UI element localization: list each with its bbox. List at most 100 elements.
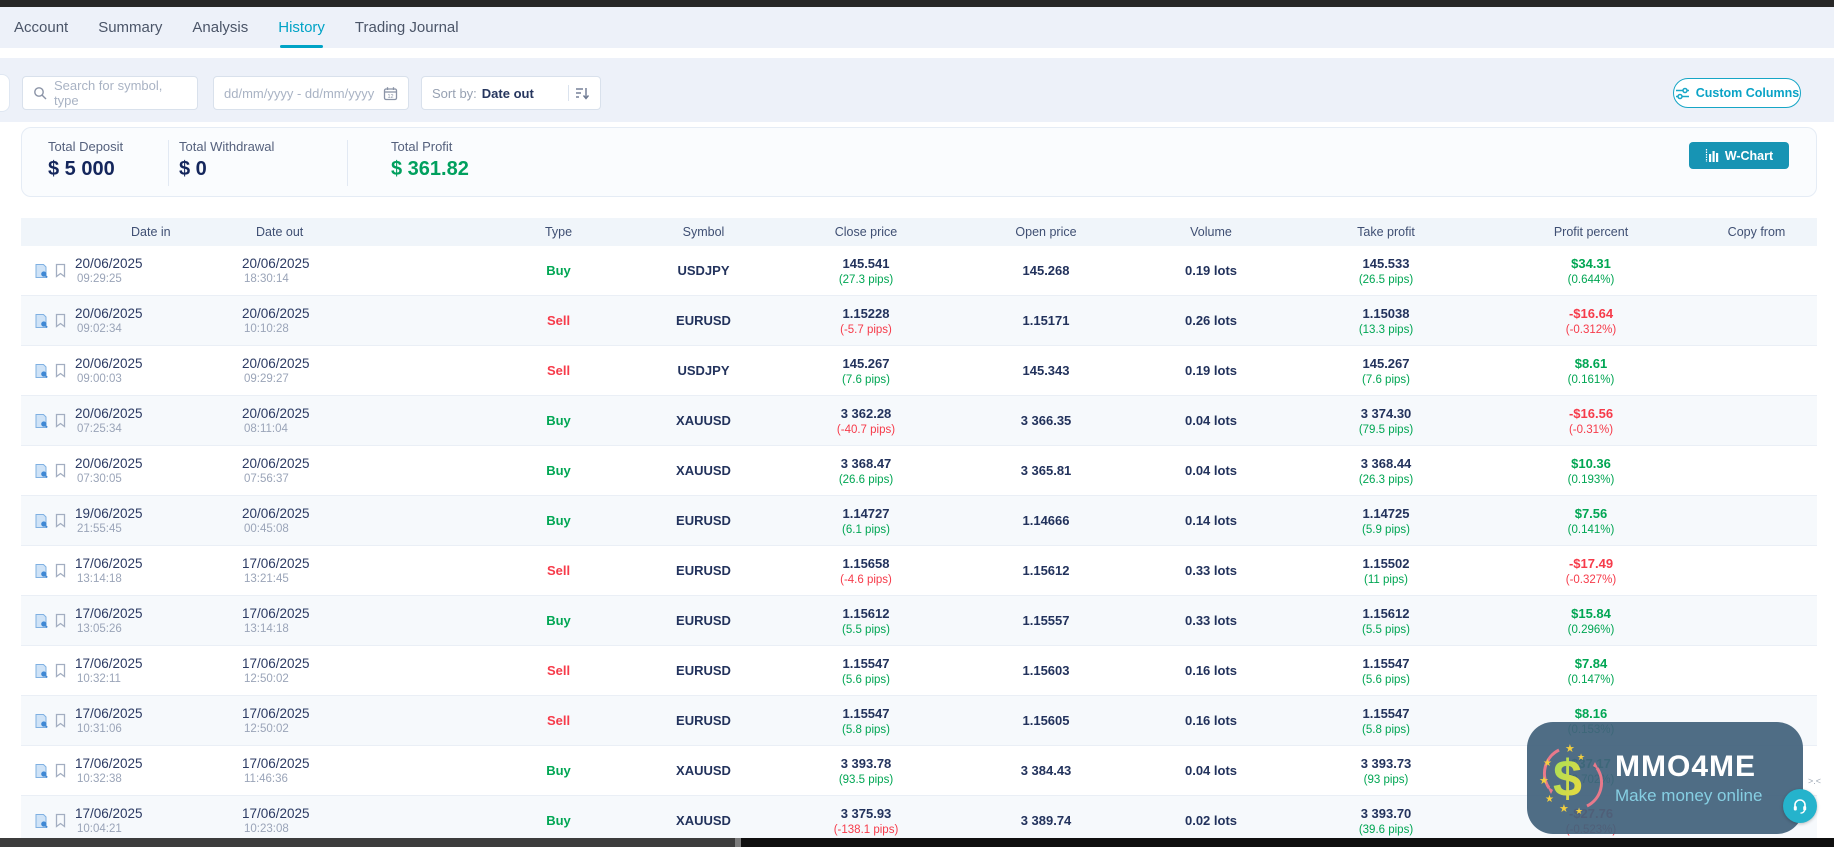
col-take-profit[interactable]: Take profit <box>1286 218 1486 246</box>
profit-percent: (0.644%) <box>1568 274 1615 286</box>
profit-percent: (0.147%) <box>1568 674 1615 686</box>
tab-summary[interactable]: Summary <box>98 7 162 48</box>
open-price: 1.15612 <box>1023 563 1070 578</box>
support-chat-button[interactable] <box>1783 789 1817 823</box>
take-profit-pips: (5.5 pips) <box>1362 624 1410 636</box>
sort-control[interactable]: Sort by: Date out <box>421 76 601 110</box>
table-row[interactable]: 20/06/2025 09:00:03 20/06/2025 09:29:27 … <box>21 346 1817 396</box>
table-row[interactable]: 17/06/2025 13:05:26 17/06/2025 13:14:18 … <box>21 596 1817 646</box>
trade-type: Sell <box>547 713 570 728</box>
trade-symbol: EURUSD <box>676 663 731 678</box>
scrollbar-thumb[interactable] <box>0 838 735 847</box>
bookmark-icon[interactable] <box>54 363 67 378</box>
close-pips: (5.8 pips) <box>842 724 890 736</box>
copy-from-cell <box>1696 346 1817 395</box>
table-row[interactable]: 17/06/2025 10:32:11 17/06/2025 12:50:02 … <box>21 646 1817 696</box>
col-symbol[interactable]: Symbol <box>631 218 776 246</box>
tab-account[interactable]: Account <box>14 7 68 48</box>
col-copy-from[interactable]: Copy from <box>1696 218 1817 246</box>
date-placeholder: dd/mm/yyyy - dd/mm/yyyy <box>224 86 374 101</box>
close-pips: (-40.7 pips) <box>837 424 895 436</box>
time-out-value: 00:45:08 <box>242 523 310 535</box>
note-document-icon[interactable] <box>33 263 49 279</box>
bookmark-icon[interactable] <box>54 763 67 778</box>
take-profit-pips: (11 pips) <box>1364 574 1408 586</box>
col-type[interactable]: Type <box>486 218 631 246</box>
bookmark-icon[interactable] <box>54 463 67 478</box>
open-price: 145.268 <box>1023 263 1070 278</box>
table-row[interactable]: 20/06/2025 07:25:34 20/06/2025 08:11:04 … <box>21 396 1817 446</box>
note-document-icon[interactable] <box>33 463 49 479</box>
col-volume[interactable]: Volume <box>1136 218 1286 246</box>
summary-card: Total Deposit $ 5 000 Total Withdrawal $… <box>21 127 1817 197</box>
take-profit-value: 145.533 <box>1363 256 1410 271</box>
bookmark-icon[interactable] <box>54 313 67 328</box>
table-row[interactable]: 20/06/2025 07:30:05 20/06/2025 07:56:37 … <box>21 446 1817 496</box>
copy-from-cell <box>1696 596 1817 645</box>
note-document-icon[interactable] <box>33 763 49 779</box>
bookmark-icon[interactable] <box>54 663 67 678</box>
table-row[interactable]: 20/06/2025 09:29:25 20/06/2025 18:30:14 … <box>21 246 1817 296</box>
left-edge-tab[interactable] <box>0 74 10 112</box>
note-document-icon[interactable] <box>33 413 49 429</box>
calendar-icon[interactable]: 12 <box>383 86 398 101</box>
open-price: 3 389.74 <box>1021 813 1072 828</box>
date-range-input[interactable]: dd/mm/yyyy - dd/mm/yyyy 12 <box>213 76 409 110</box>
note-document-icon[interactable] <box>33 563 49 579</box>
tab-analysis[interactable]: Analysis <box>192 7 248 48</box>
close-price: 1.15547 <box>843 706 890 721</box>
sort-icon[interactable] <box>575 86 590 100</box>
time-out-value: 18:30:14 <box>242 273 310 285</box>
note-document-icon[interactable] <box>33 813 49 829</box>
time-in-value: 13:05:26 <box>75 623 143 635</box>
wchart-button[interactable]: W-Chart <box>1689 142 1789 169</box>
stat-value: $ 5 000 <box>48 158 123 181</box>
close-pips: (5.5 pips) <box>842 624 890 636</box>
trade-symbol: XAUUSD <box>676 813 731 828</box>
open-price: 3 366.35 <box>1021 413 1072 428</box>
tab-history[interactable]: History <box>278 7 325 48</box>
bookmark-icon[interactable] <box>54 413 67 428</box>
col-profit-percent[interactable]: Profit percent <box>1486 218 1696 246</box>
bookmark-icon[interactable] <box>54 813 67 828</box>
sort-label: Sort by: <box>432 86 477 101</box>
date-in-value: 20/06/2025 <box>75 256 143 271</box>
trade-type: Buy <box>546 263 571 278</box>
bookmark-icon[interactable] <box>54 263 67 278</box>
col-open-price[interactable]: Open price <box>956 218 1136 246</box>
close-pips: (-4.6 pips) <box>840 574 892 586</box>
table-row[interactable]: 19/06/2025 21:55:45 20/06/2025 00:45:08 … <box>21 496 1817 546</box>
note-document-icon[interactable] <box>33 513 49 529</box>
table-row[interactable]: 20/06/2025 09:02:34 20/06/2025 10:10:28 … <box>21 296 1817 346</box>
bookmark-icon[interactable] <box>54 713 67 728</box>
horizontal-scrollbar[interactable] <box>0 838 1834 847</box>
col-close-price[interactable]: Close price <box>776 218 956 246</box>
note-document-icon[interactable] <box>33 663 49 679</box>
table-row[interactable]: 17/06/2025 13:14:18 17/06/2025 13:21:45 … <box>21 546 1817 596</box>
take-profit-pips: (5.9 pips) <box>1362 524 1410 536</box>
col-date-in[interactable]: Date in <box>21 218 236 246</box>
profit-value: $8.16 <box>1575 706 1608 721</box>
close-price: 1.15547 <box>843 656 890 671</box>
note-document-icon[interactable] <box>33 613 49 629</box>
volume-value: 0.16 lots <box>1185 713 1237 728</box>
close-price: 1.14727 <box>843 506 890 521</box>
take-profit-pips: (93 pips) <box>1364 774 1409 786</box>
note-document-icon[interactable] <box>33 713 49 729</box>
tab-trading-journal[interactable]: Trading Journal <box>355 7 459 48</box>
bookmark-icon[interactable] <box>54 613 67 628</box>
table-header: Date in Date out Type Symbol Close price… <box>21 218 1817 246</box>
col-date-out[interactable]: Date out <box>236 218 486 246</box>
time-in-value: 09:29:25 <box>75 273 143 285</box>
custom-columns-button[interactable]: Custom Columns <box>1673 78 1801 108</box>
watermark-title: MMO4ME <box>1615 751 1762 783</box>
time-out-value: 13:14:18 <box>242 623 310 635</box>
bookmark-icon[interactable] <box>54 563 67 578</box>
note-document-icon[interactable] <box>33 363 49 379</box>
date-out-value: 20/06/2025 <box>242 456 310 471</box>
copy-from-cell <box>1696 546 1817 595</box>
dollar-stars-logo: ★ ★ ★ ★ ★ ★ ★ $ <box>1537 740 1609 816</box>
bookmark-icon[interactable] <box>54 513 67 528</box>
note-document-icon[interactable] <box>33 313 49 329</box>
search-input[interactable]: Search for symbol, type <box>22 76 198 110</box>
